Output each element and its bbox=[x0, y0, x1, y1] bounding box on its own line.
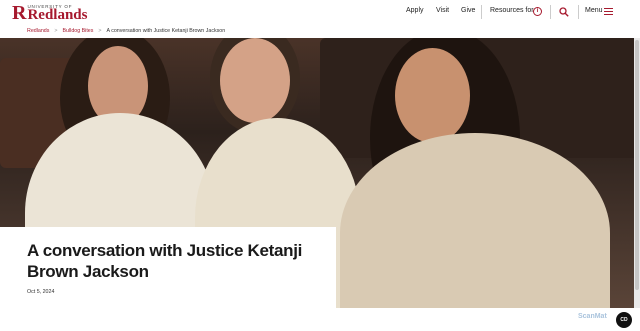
logo-mark: R bbox=[12, 2, 26, 24]
university-logo[interactable]: R University of Redlands bbox=[12, 2, 88, 24]
breadcrumb-link-bulldog-bites[interactable]: Bulldog Bites bbox=[62, 28, 93, 34]
article-date: Oct 5, 2024 bbox=[27, 289, 55, 295]
info-icon[interactable]: i bbox=[533, 7, 542, 16]
search-icon[interactable] bbox=[559, 7, 569, 17]
nav-give-link[interactable]: Give bbox=[461, 7, 475, 14]
watermark: ScanMat bbox=[578, 313, 607, 320]
nav-apply-link[interactable]: Apply bbox=[406, 7, 424, 14]
person-face bbox=[395, 48, 470, 143]
logo-big-text: Redlands bbox=[27, 7, 88, 23]
person-face bbox=[220, 38, 290, 123]
breadcrumb-link-home[interactable]: Redlands bbox=[27, 28, 49, 34]
menu-button[interactable]: Menu bbox=[585, 7, 603, 14]
breadcrumb: Redlands > Bulldog Bites > A conversatio… bbox=[27, 28, 225, 34]
nav-divider bbox=[481, 5, 482, 19]
breadcrumb-separator: > bbox=[98, 28, 102, 34]
resources-for-button[interactable]: Resources for bbox=[490, 7, 534, 14]
cd-button[interactable]: CD bbox=[616, 312, 632, 328]
nav-visit-link[interactable]: Visit bbox=[436, 7, 449, 14]
nav-divider bbox=[578, 5, 579, 19]
scrollbar-thumb[interactable] bbox=[635, 40, 639, 290]
breadcrumb-current: A conversation with Justice Ketanji Brow… bbox=[106, 28, 226, 34]
article-title: A conversation with Justice Ketanji Brow… bbox=[27, 241, 303, 281]
logo-wordmark: University of Redlands bbox=[27, 4, 88, 23]
nav-divider bbox=[550, 5, 551, 19]
hamburger-icon[interactable] bbox=[604, 8, 613, 15]
breadcrumb-separator: > bbox=[54, 28, 58, 34]
site-header: R University of Redlands Apply Visit Giv… bbox=[0, 0, 640, 27]
